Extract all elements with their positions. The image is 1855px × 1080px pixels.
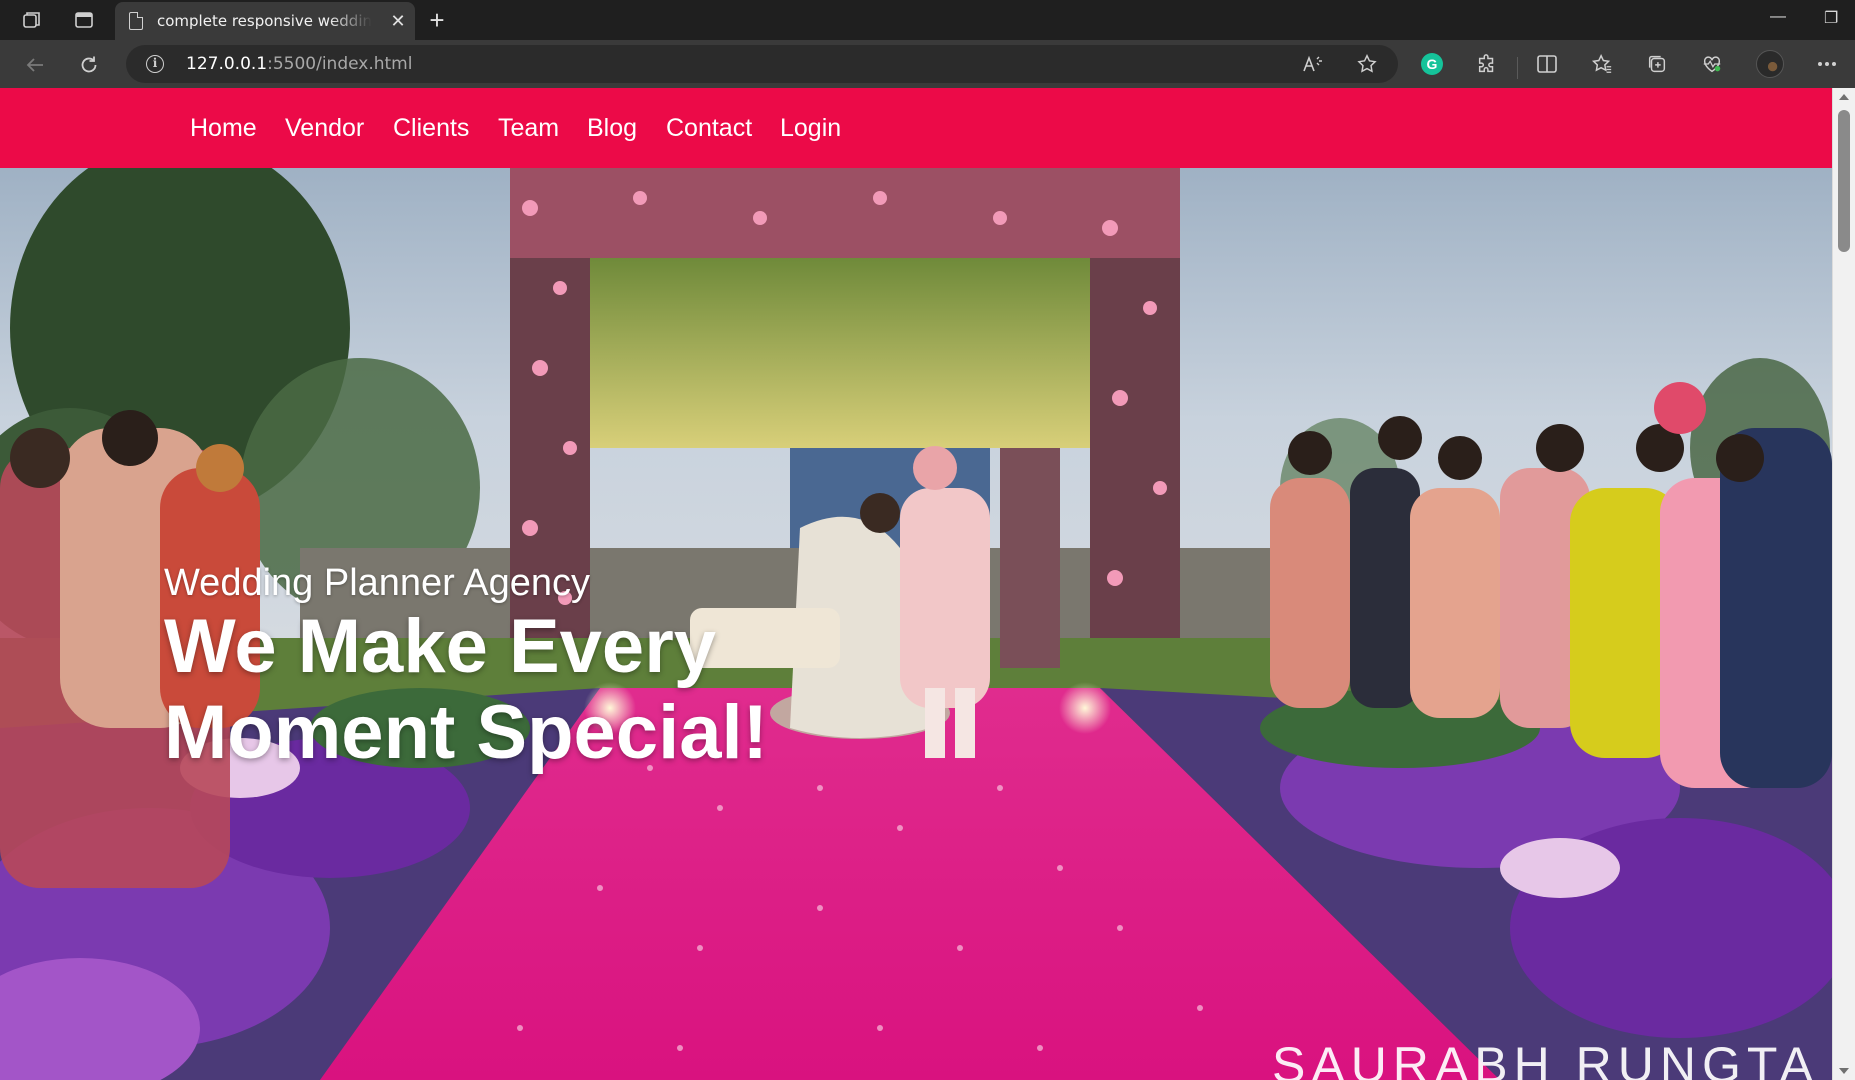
tab-strip: complete responsive wedding planner ✕ + …: [0, 0, 1855, 40]
site-info-icon[interactable]: i: [146, 55, 164, 73]
hero-section: Wedding Planner Agency We Make Every Mom…: [0, 168, 1832, 1080]
hero-title: We Make Every Moment Special!: [164, 604, 768, 775]
new-tab-button[interactable]: +: [423, 5, 451, 35]
grammarly-icon[interactable]: G: [1417, 49, 1447, 79]
toolbar-divider: [1517, 57, 1518, 79]
star-icon[interactable]: [1354, 51, 1380, 77]
active-tab[interactable]: complete responsive wedding planner ✕: [115, 2, 415, 40]
photographer-watermark: SAURABH RUNGTA: [1272, 1037, 1820, 1080]
url-text[interactable]: 127.0.0.1:5500/index.html: [186, 54, 412, 74]
nav-blog[interactable]: Blog: [587, 114, 637, 143]
workspaces-icon[interactable]: [18, 6, 46, 34]
scrollbar-thumb[interactable]: [1838, 110, 1850, 252]
site-navbar: Home Vendor Clients Team Blog Contact Lo…: [0, 88, 1832, 168]
tab-title: complete responsive wedding planner: [157, 12, 372, 30]
scroll-down-icon[interactable]: [1839, 1068, 1849, 1074]
more-icon[interactable]: [1812, 49, 1842, 79]
address-bar[interactable]: i 127.0.0.1:5500/index.html: [126, 45, 1398, 83]
url-host: 127.0.0.1: [186, 54, 268, 74]
nav-contact[interactable]: Contact: [666, 114, 752, 143]
tab-actions-icon[interactable]: [70, 6, 98, 34]
puzzle-icon[interactable]: [1472, 49, 1502, 79]
nav-login[interactable]: Login: [780, 114, 841, 143]
refresh-icon[interactable]: [74, 50, 104, 80]
collections-icon[interactable]: [1642, 49, 1672, 79]
split-screen-icon[interactable]: [1532, 49, 1562, 79]
page-favicon-icon: [129, 12, 143, 30]
page-viewport: Home Vendor Clients Team Blog Contact Lo…: [0, 88, 1832, 1080]
heartbeat-icon[interactable]: [1697, 49, 1727, 79]
back-arrow-icon[interactable]: [20, 50, 50, 80]
nav-vendor[interactable]: Vendor: [285, 114, 364, 143]
restore-button[interactable]: ❐: [1824, 8, 1838, 28]
scroll-up-icon[interactable]: [1839, 94, 1849, 100]
read-aloud-icon[interactable]: [1300, 51, 1326, 77]
avatar[interactable]: [1755, 49, 1785, 79]
favorites-icon[interactable]: [1587, 49, 1617, 79]
minimize-button[interactable]: —: [1770, 8, 1786, 26]
close-tab-icon[interactable]: ✕: [388, 11, 408, 32]
hero-subtitle: Wedding Planner Agency: [164, 562, 591, 604]
page-scrollbar[interactable]: [1832, 88, 1855, 1080]
nav-team[interactable]: Team: [498, 114, 559, 143]
nav-home[interactable]: Home: [190, 114, 257, 143]
url-path: :5500/index.html: [267, 54, 413, 74]
nav-clients[interactable]: Clients: [393, 114, 469, 143]
toolbar: i 127.0.0.1:5500/index.html G: [0, 40, 1855, 88]
